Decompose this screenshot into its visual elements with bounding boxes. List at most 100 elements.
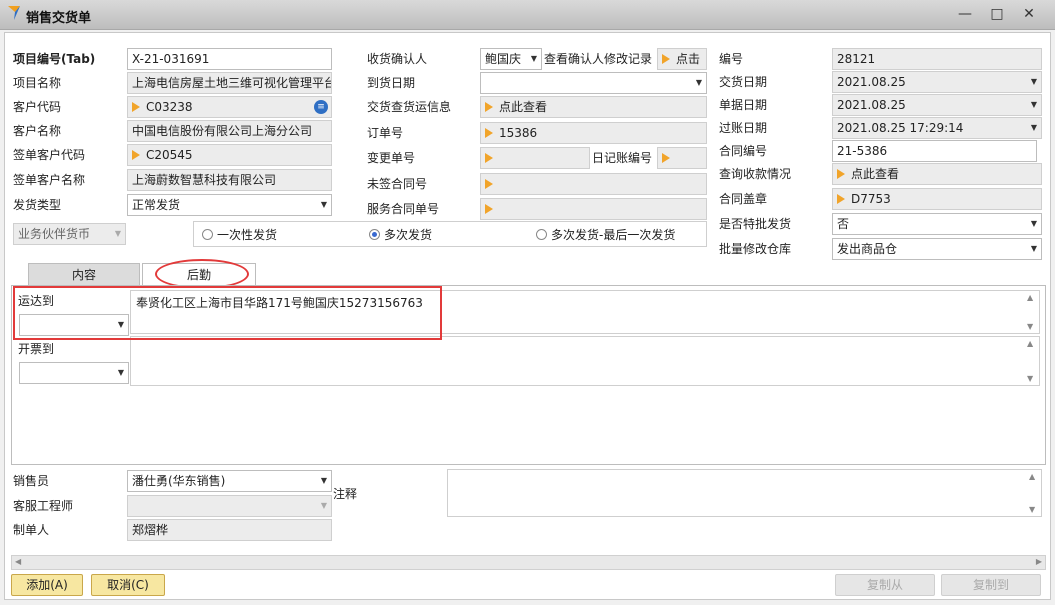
currency-select[interactable]: 业务伙伴货币 ▼ (13, 223, 126, 245)
vertical-scrollbar[interactable]: ▲ ▼ (1027, 470, 1041, 516)
radio-once-label: 一次性发货 (217, 228, 278, 242)
order-no-label: 订单号 (367, 126, 404, 140)
payment-label: 查询收款情况 (719, 167, 792, 181)
remark-input[interactable]: ▲ ▼ (447, 469, 1042, 517)
chevron-down-icon: ▼ (114, 229, 121, 238)
creator-label: 制单人 (13, 523, 50, 537)
ship-type-select[interactable]: 正常发货 ▼ (127, 194, 332, 216)
customer-code-value: C03238 (146, 100, 193, 114)
customer-code-field[interactable]: C03238 ≡ (127, 96, 332, 118)
scroll-right-icon[interactable]: ▶ (1036, 557, 1042, 566)
remark-label: 注释 (333, 487, 358, 501)
warehouse-select[interactable]: 发出商品仓 ▼ (832, 238, 1042, 260)
horizontal-scrollbar[interactable]: ◀ ▶ (11, 555, 1046, 570)
chevron-down-icon: ▼ (320, 200, 327, 209)
doc-date-label: 单据日期 (719, 98, 768, 112)
customer-code-label: 客户代码 (13, 100, 62, 114)
post-date-value: 2021.08.25 17:29:14 (837, 121, 964, 135)
payment-value: 点此查看 (851, 167, 900, 181)
link-arrow-icon[interactable] (485, 203, 493, 214)
minimize-button[interactable]: — (952, 3, 978, 25)
arrival-date-label: 到货日期 (367, 76, 416, 90)
chevron-down-icon: ▼ (695, 78, 702, 87)
sign-code-field[interactable]: C20545 (127, 144, 332, 166)
bill-to-select[interactable]: ▼ (19, 362, 129, 384)
chevron-down-icon: ▼ (1030, 244, 1037, 253)
chevron-down-icon: ▼ (1030, 219, 1037, 228)
link-arrow-icon[interactable] (485, 178, 493, 189)
link-arrow-icon[interactable] (662, 152, 670, 163)
maximize-button[interactable]: □ (984, 3, 1010, 25)
change-no-field[interactable] (480, 147, 590, 169)
payment-link[interactable]: 点此查看 (832, 163, 1042, 185)
radio-circle (202, 229, 213, 240)
link-arrow-icon[interactable] (485, 152, 493, 163)
contract-seal-field[interactable]: D7753 (832, 188, 1042, 210)
link-arrow-icon[interactable] (132, 101, 140, 112)
chevron-down-icon: ▼ (1030, 123, 1037, 132)
creator-field: 郑熠桦 (127, 519, 332, 541)
change-no-label: 变更单号 (367, 151, 416, 165)
vertical-scrollbar[interactable]: ▲ ▼ (1025, 337, 1039, 385)
tab-content[interactable]: 内容 (28, 263, 140, 287)
project-no-input[interactable]: X-21-031691 (127, 48, 332, 70)
app-logo-icon (8, 6, 20, 20)
number-field: 28121 (832, 48, 1042, 70)
radio-multiple-last[interactable]: 多次发货-最后一次发货 (536, 227, 675, 243)
list-icon[interactable]: ≡ (314, 100, 328, 114)
click-link[interactable]: 点击 (657, 48, 707, 70)
sales-select[interactable]: 潘仕勇(华东销售) ▼ (127, 470, 332, 492)
order-no-field[interactable]: 15386 (480, 122, 707, 144)
chevron-down-icon: ▼ (530, 54, 537, 63)
delivery-date-value: 2021.08.25 (837, 75, 906, 89)
transport-link[interactable]: 点此查看 (480, 96, 707, 118)
link-arrow-icon[interactable] (837, 193, 845, 204)
customer-name-field: 中国电信股份有限公司上海分公司 (127, 120, 332, 142)
cancel-button[interactable]: 取消(C) (91, 574, 165, 596)
copy-from-button[interactable]: 复制从 (835, 574, 935, 596)
customer-name-label: 客户名称 (13, 124, 62, 138)
special-select[interactable]: 否 ▼ (832, 213, 1042, 235)
click-label: 点击 (676, 52, 701, 66)
doc-date-value: 2021.08.25 (837, 98, 906, 112)
radio-once[interactable]: 一次性发货 (202, 227, 277, 243)
sales-value: 潘仕勇(华东销售) (132, 474, 226, 488)
post-date-select[interactable]: 2021.08.25 17:29:14 ▼ (832, 117, 1042, 139)
service-eng-select[interactable]: ▼ (127, 495, 332, 517)
bill-to-label: 开票到 (18, 342, 55, 356)
journal-field[interactable] (657, 147, 707, 169)
delivery-date-label: 交货日期 (719, 75, 768, 89)
bill-to-address[interactable]: ▲ ▼ (130, 336, 1040, 386)
unsigned-field[interactable] (480, 173, 707, 195)
contract-no-input[interactable]: 21-5386 (832, 140, 1037, 162)
shipping-option-group: 一次性发货 多次发货 多次发货-最后一次发货 (193, 221, 707, 247)
sales-label: 销售员 (13, 474, 50, 488)
close-button[interactable]: ✕ (1016, 3, 1042, 25)
delivery-date-select[interactable]: 2021.08.25 ▼ (832, 71, 1042, 93)
arrival-date-select[interactable]: ▼ (480, 72, 707, 94)
ship-type-label: 发货类型 (13, 198, 62, 212)
copy-to-button[interactable]: 复制到 (941, 574, 1041, 596)
contract-seal-value: D7753 (851, 192, 891, 206)
special-value: 否 (837, 217, 850, 231)
contract-seal-label: 合同盖章 (719, 192, 768, 206)
project-no-label: 项目编号(Tab) (13, 52, 96, 66)
service-eng-label: 客服工程师 (13, 499, 74, 513)
service-field[interactable] (480, 198, 707, 220)
link-arrow-icon (837, 168, 845, 179)
receiver-select[interactable]: 鲍国庆 ▼ (480, 48, 542, 70)
add-button[interactable]: 添加(A) (11, 574, 83, 596)
service-label: 服务合同单号 (367, 202, 440, 216)
vertical-scrollbar[interactable]: ▲ ▼ (1025, 291, 1039, 333)
chevron-down-icon: ▼ (320, 501, 327, 510)
project-name-label: 项目名称 (13, 76, 62, 90)
view-modify-link[interactable]: 查看确认人修改记录 (544, 48, 652, 70)
radio-circle-selected (369, 229, 380, 240)
doc-date-select[interactable]: 2021.08.25 ▼ (832, 94, 1042, 116)
link-arrow-icon[interactable] (485, 127, 493, 138)
journal-label: 日记账编号 (592, 151, 653, 165)
warehouse-value: 发出商品仓 (837, 242, 898, 256)
link-arrow-icon[interactable] (132, 149, 140, 160)
scroll-left-icon[interactable]: ◀ (15, 557, 21, 566)
radio-multiple[interactable]: 多次发货 (369, 227, 432, 243)
